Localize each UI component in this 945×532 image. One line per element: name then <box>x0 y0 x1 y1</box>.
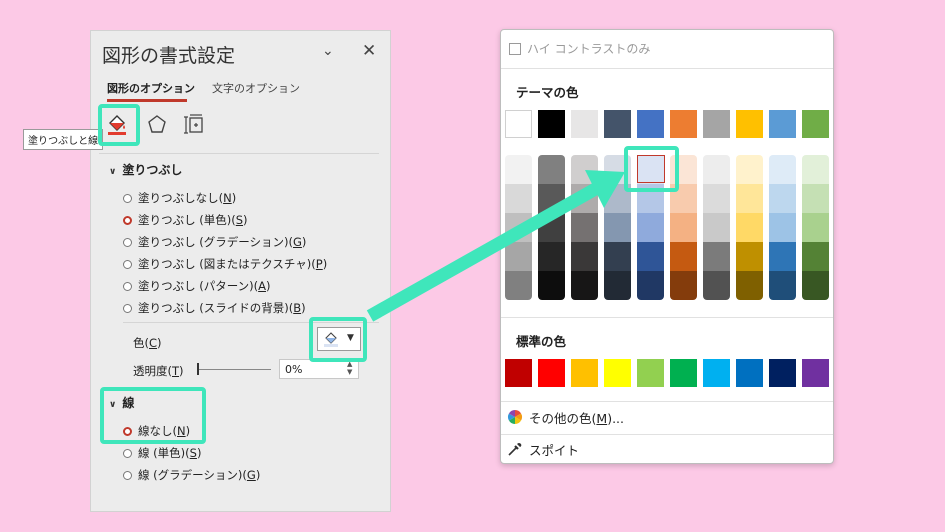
annotation-arrow <box>366 170 625 322</box>
